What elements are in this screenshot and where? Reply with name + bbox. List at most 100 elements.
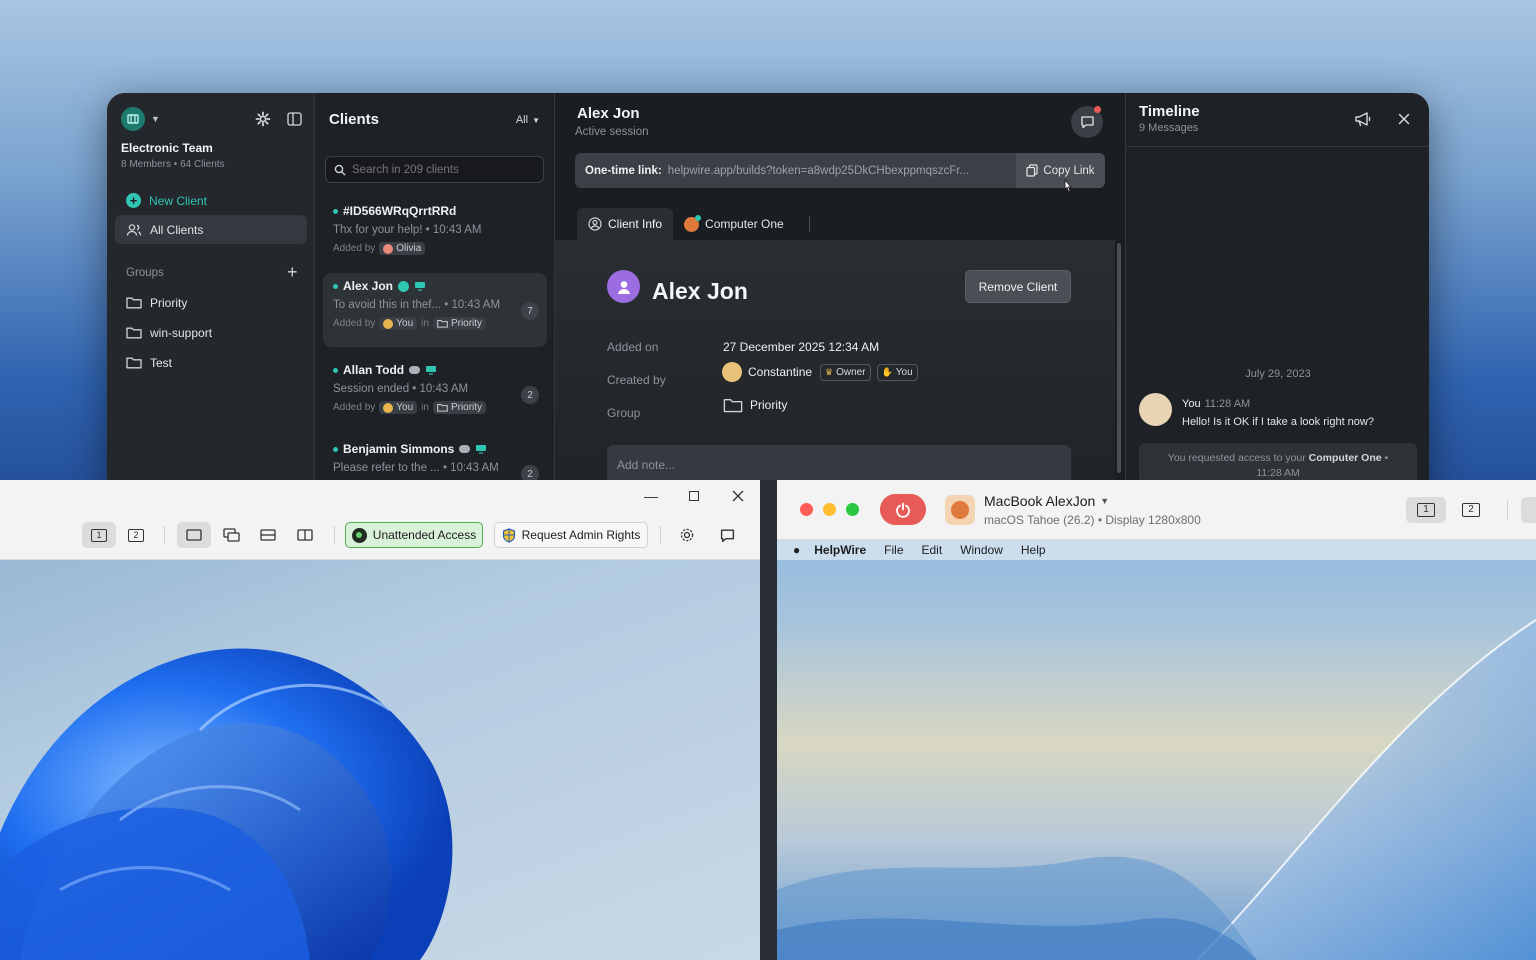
disconnect-button[interactable]: [880, 494, 926, 525]
clients-filter-dropdown[interactable]: All ▼: [516, 114, 540, 126]
client-search-box[interactable]: [325, 156, 544, 183]
client-list-item[interactable]: Allan Todd Session ended • 10:43 AM Adde…: [323, 357, 547, 431]
monitor-2-button[interactable]: 2: [1451, 497, 1491, 523]
close-window-button[interactable]: [800, 503, 813, 516]
group-value: Priority: [723, 397, 787, 413]
megaphone-icon[interactable]: [1354, 111, 1372, 127]
client-last-message: Session ended • 10:43 AM: [333, 383, 469, 395]
settings-gear-icon[interactable]: [672, 522, 702, 548]
sidebar-item-all-clients[interactable]: All Clients: [115, 215, 307, 244]
split-vertical-icon[interactable]: [289, 522, 321, 548]
single-view-icon[interactable]: [177, 522, 211, 548]
menu-helpwire[interactable]: HelpWire: [814, 543, 866, 557]
admin-rights-label: Request Admin Rights: [521, 528, 641, 542]
menu-help[interactable]: Help: [1021, 543, 1046, 557]
note-field[interactable]: Add note...: [607, 445, 1071, 485]
added-on-value: 27 December 2025 12:34 AM: [723, 340, 880, 354]
in-label: in: [421, 402, 429, 413]
more-toolbar-button[interactable]: [1521, 497, 1536, 523]
windows-overlap-icon[interactable]: [215, 522, 247, 548]
client-list-item[interactable]: #ID566WRqQrrtRRd Thx for your help! • 10…: [323, 198, 547, 272]
copy-link-label: Copy Link: [1043, 164, 1095, 177]
device-switcher[interactable]: MacBook AlexJon ▼: [984, 493, 1109, 509]
one-time-link-bar: One-time link: helpwire.app/builds?token…: [575, 153, 1105, 188]
add-group-plus-icon[interactable]: +: [287, 263, 298, 281]
menu-file[interactable]: File: [884, 543, 903, 557]
user-chip-label: Olivia: [396, 243, 422, 254]
search-icon: [334, 164, 346, 176]
chat-button[interactable]: [1071, 106, 1103, 138]
timeline-panel: Timeline 9 Messages July 29, 2023 You 11…: [1125, 93, 1429, 513]
gear-icon[interactable]: [255, 111, 271, 127]
remove-client-button[interactable]: Remove Client: [965, 270, 1071, 303]
unattended-icon: [351, 527, 367, 543]
search-input[interactable]: [352, 163, 532, 176]
user-chip-label: You: [396, 318, 414, 329]
group-chip-label: Priority: [450, 318, 483, 329]
gamepad-icon: [409, 366, 421, 374]
group-label: win-support: [150, 325, 213, 340]
group-label: Test: [150, 355, 173, 370]
tab-divider: [808, 216, 810, 232]
monitor-1-button[interactable]: 1: [82, 522, 116, 548]
sidebar-toggle-icon[interactable]: [287, 112, 302, 126]
monitor-1-button[interactable]: 1: [1406, 497, 1446, 523]
unattended-access-button[interactable]: Unattended Access: [345, 522, 483, 548]
message-text: Hello! Is it OK if I take a look right n…: [1182, 416, 1374, 428]
maximize-icon[interactable]: [689, 491, 699, 501]
basketball-icon: [951, 501, 969, 519]
minimize-icon[interactable]: —: [644, 488, 658, 504]
link-url[interactable]: helpwire.app/builds?token=a8wdp25DkCHbex…: [668, 165, 1013, 177]
session-title: Alex Jon: [577, 105, 640, 122]
basketball-icon: [684, 214, 702, 232]
sidebar-item-group[interactable]: win-support: [115, 318, 307, 347]
close-icon[interactable]: [1398, 113, 1410, 125]
user-chip: You: [379, 317, 418, 330]
tab-client-info[interactable]: Client Info: [577, 208, 674, 240]
system-suffix: •: [1384, 452, 1389, 464]
team-logo-icon: [121, 107, 145, 131]
tab-computer-one[interactable]: Computer One: [673, 208, 795, 240]
folder-icon: [437, 403, 448, 412]
session-status: Active session: [575, 126, 649, 138]
new-client-button[interactable]: + New Client: [115, 186, 307, 215]
menu-edit[interactable]: Edit: [922, 543, 943, 557]
group-label: Group: [607, 406, 641, 420]
apple-icon[interactable]: ●: [793, 543, 800, 557]
added-on-label: Added on: [607, 340, 659, 354]
system-prefix: You requested access to your: [1167, 452, 1306, 464]
scrollbar-thumb[interactable]: [1117, 243, 1121, 473]
request-admin-rights-button[interactable]: Request Admin Rights: [494, 522, 648, 548]
tab-label: Client Info: [608, 217, 663, 231]
created-by-label: Created by: [607, 373, 666, 387]
created-by-value: Constantine ♛ Owner ✋ You: [722, 362, 918, 382]
copy-link-button[interactable]: Copy Link: [1016, 153, 1105, 188]
mac-viewer-window: MacBook AlexJon ▼ macOS Tahoe (26.2) • D…: [777, 480, 1536, 960]
split-horizontal-icon[interactable]: [252, 522, 284, 548]
monitor-2-button[interactable]: 2: [120, 522, 152, 548]
minimize-window-button[interactable]: [823, 503, 836, 516]
sidebar-item-group[interactable]: Priority: [115, 288, 307, 317]
client-name: #ID566WRqQrrtRRd: [343, 204, 457, 218]
chat-bubble-icon[interactable]: [712, 522, 742, 548]
client-info-card: Alex Jon Remove Client Added on 27 Decem…: [555, 240, 1115, 513]
timeline-title: Timeline: [1139, 103, 1200, 120]
wave-hand-icon: ✋: [881, 366, 893, 377]
gamepad-icon: [459, 445, 471, 453]
client-name-row: #ID566WRqQrrtRRd: [333, 204, 537, 218]
toolbar-divider: [1507, 500, 1508, 520]
close-icon[interactable]: [732, 490, 744, 502]
windows-viewer-window: — 1 2 Unattended Access Request Admin Ri…: [0, 480, 760, 960]
unread-count-badge: 7: [521, 302, 539, 320]
windows-viewer-toolbar: — 1 2 Unattended Access Request Admin Ri…: [0, 480, 760, 560]
team-switcher[interactable]: ▼: [121, 107, 160, 131]
online-dot: [333, 208, 338, 214]
online-dot: [333, 283, 338, 289]
sidebar-item-group[interactable]: Test: [115, 348, 307, 377]
client-list-item[interactable]: Alex Jon To avoid this in thef... • 10:4…: [323, 273, 547, 347]
menu-window[interactable]: Window: [960, 543, 1003, 557]
mouse-cursor-icon: [1062, 179, 1074, 195]
monitor-icon: [475, 444, 487, 454]
user-chip: Olivia: [379, 242, 426, 255]
zoom-window-button[interactable]: [846, 503, 859, 516]
